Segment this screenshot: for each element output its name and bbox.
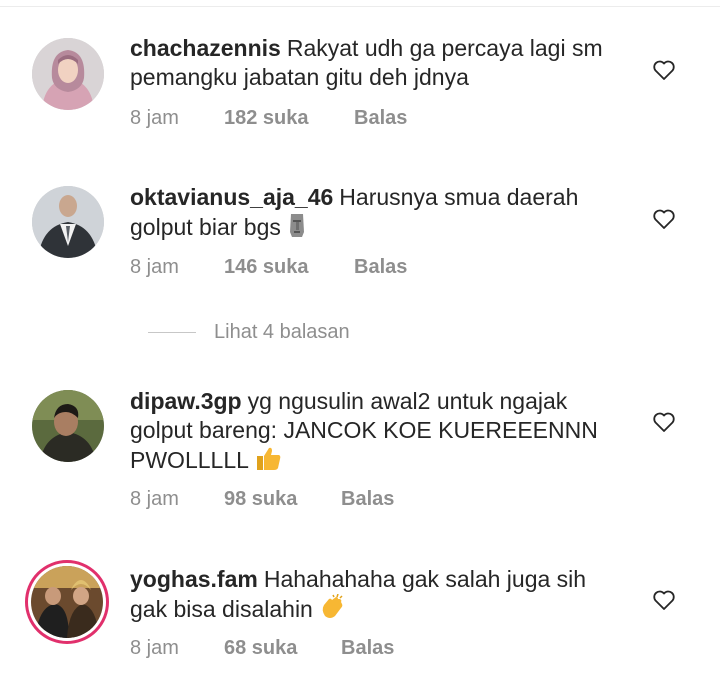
comment-text: yoghas.fam Hahahahaha gak salah juga sih … (130, 565, 620, 624)
reply-button[interactable]: Balas (341, 636, 394, 660)
avatar[interactable] (32, 38, 104, 110)
comment-time: 8 jam (130, 637, 179, 659)
top-divider (0, 6, 720, 7)
comment-likes[interactable]: 68 suka (224, 636, 297, 660)
profile-photo-icon (32, 390, 104, 462)
comment-time: 8 jam (130, 256, 179, 278)
thumbs-up-emoji-icon (257, 447, 281, 470)
profile-photo-icon (32, 38, 104, 110)
comment-username[interactable]: yoghas.fam (130, 566, 258, 592)
comment-likes[interactable]: 146 suka (224, 255, 309, 279)
comment-text: chachazennis Rakyat udh ga percaya lagi s… (130, 34, 620, 92)
moai-emoji-icon (290, 214, 305, 237)
comment-username[interactable]: oktavianus_aja_46 (130, 184, 333, 210)
reply-button[interactable]: Balas (354, 106, 407, 130)
heart-icon[interactable] (652, 59, 676, 81)
avatar[interactable] (32, 390, 104, 462)
comment-username[interactable]: dipaw.3gp (130, 388, 242, 414)
reply-button[interactable]: Balas (354, 255, 407, 279)
heart-icon[interactable] (652, 411, 676, 433)
comment-username[interactable]: chachazennis (130, 35, 281, 61)
profile-photo-icon (31, 566, 103, 638)
heart-icon[interactable] (652, 208, 676, 230)
heart-icon[interactable] (652, 589, 676, 611)
reply-button[interactable]: Balas (341, 487, 394, 511)
avatar-with-story[interactable] (25, 560, 109, 644)
view-replies-label: Lihat 4 balasan (214, 321, 350, 343)
comment-text: dipaw.3gp yg ngusulin awal2 untuk ngajak … (130, 387, 620, 475)
replies-divider (148, 332, 196, 333)
comment-time: 8 jam (130, 488, 179, 510)
comment-likes[interactable]: 98 suka (224, 487, 297, 511)
comment-text: oktavianus_aja_46 Harusnya smua daerah go… (130, 183, 620, 242)
comment-time: 8 jam (130, 107, 179, 129)
clapping-hands-emoji-icon (322, 594, 343, 618)
avatar[interactable] (32, 186, 104, 258)
profile-photo-icon (32, 186, 104, 258)
comment-likes[interactable]: 182 suka (224, 106, 309, 130)
